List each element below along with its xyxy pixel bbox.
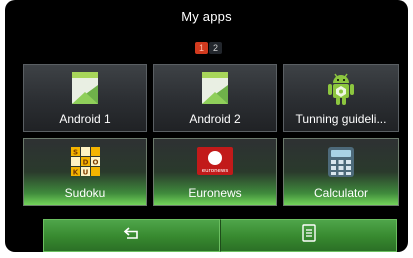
svg-text:O: O xyxy=(93,159,99,167)
app-label: Android 1 xyxy=(59,112,111,126)
app-tile-calculator[interactable]: Calculator xyxy=(283,138,399,206)
app-tile-sudoku[interactable]: S D O K U Sudoku xyxy=(23,138,147,206)
app-label: Euronews xyxy=(188,186,242,200)
app-tile-android-1[interactable]: Android 1 xyxy=(23,64,147,132)
app-tile-tunning-guideline[interactable]: Tunning guideli... xyxy=(283,64,399,132)
app-label: Tunning guideli... xyxy=(295,112,387,126)
menu-button[interactable] xyxy=(220,219,397,252)
sudoku-icon: S D O K U xyxy=(67,145,103,184)
screen: My apps 1 2 Android 1 Android 2 Tunning … xyxy=(0,0,413,258)
page-2-indicator[interactable]: 2 xyxy=(209,42,222,54)
bottom-bar xyxy=(43,219,397,252)
svg-text:S: S xyxy=(73,149,78,157)
android-app-icon xyxy=(201,71,229,110)
svg-text:K: K xyxy=(73,169,79,177)
back-arrow-icon xyxy=(123,226,141,245)
svg-text:D: D xyxy=(83,159,89,167)
page-indicator: 1 2 xyxy=(195,42,222,54)
app-label: Calculator xyxy=(313,186,369,200)
app-tile-euronews[interactable]: euronews Euronews xyxy=(153,138,277,206)
calculator-icon xyxy=(326,145,356,184)
app-screen: My apps 1 2 Android 1 Android 2 Tunning … xyxy=(5,0,408,252)
page-title: My apps xyxy=(181,9,232,24)
android-app-icon xyxy=(71,71,99,110)
svg-text:euronews: euronews xyxy=(202,168,229,174)
menu-icon xyxy=(301,224,316,247)
app-tile-android-2[interactable]: Android 2 xyxy=(153,64,277,132)
euronews-icon: euronews xyxy=(195,145,235,182)
back-button[interactable] xyxy=(43,219,220,252)
page-1-indicator[interactable]: 1 xyxy=(195,42,208,54)
app-label: Sudoku xyxy=(64,186,106,200)
android-robot-icon xyxy=(326,71,356,112)
app-label: Android 2 xyxy=(189,112,241,126)
svg-text:U: U xyxy=(83,169,89,177)
